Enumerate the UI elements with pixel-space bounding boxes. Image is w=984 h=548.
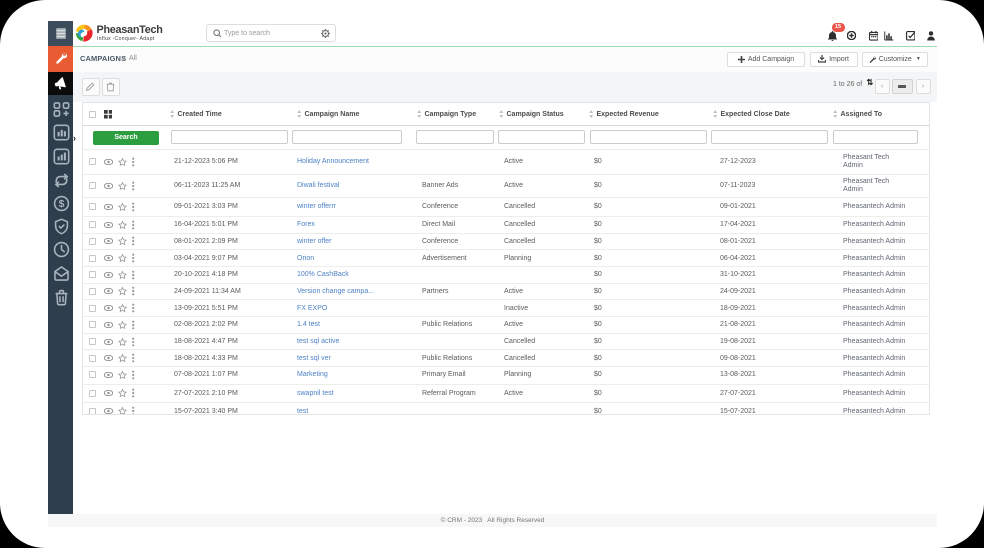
svg-text:$: $ (58, 199, 64, 210)
